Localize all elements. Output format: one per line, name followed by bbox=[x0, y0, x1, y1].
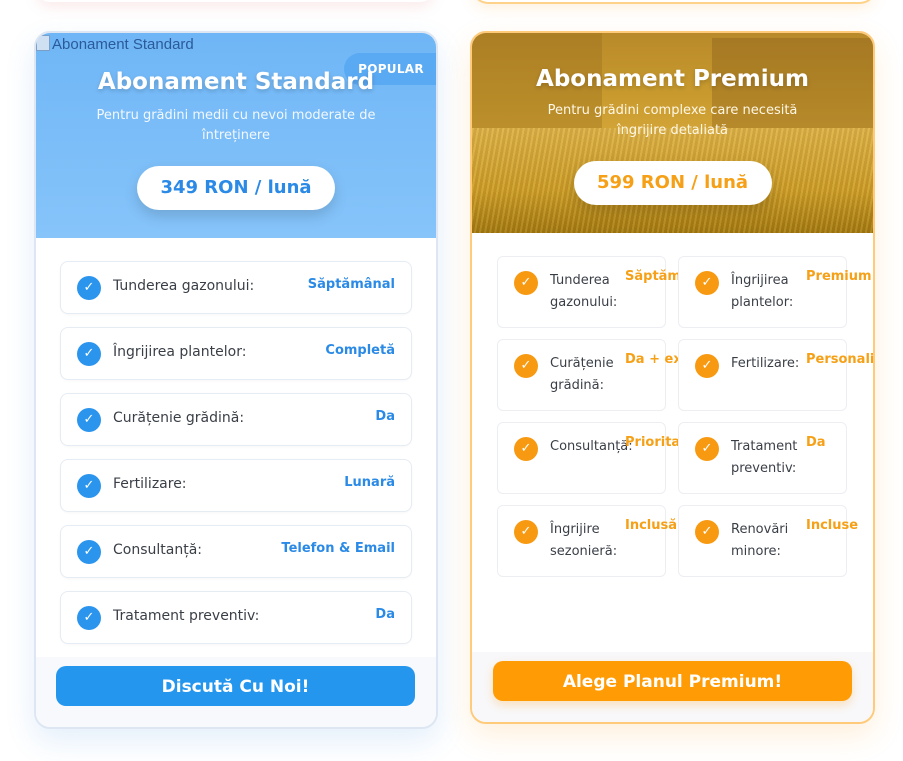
feature-value: Da bbox=[806, 435, 826, 450]
standard-plan-header: Abonament Standard POPULAR Abonament Sta… bbox=[36, 33, 436, 238]
feature-row: ✓ Consultanță: Telefon & Email bbox=[60, 525, 412, 578]
premium-plan-header: Abonament Premium Pentru grădini complex… bbox=[472, 33, 873, 233]
premium-plan-subtitle: Pentru grădini complexe care necesită în… bbox=[547, 103, 798, 138]
feature-value: Telefon & Email bbox=[281, 541, 395, 556]
choose-premium-button[interactable]: Alege Planul Premium! bbox=[493, 661, 852, 701]
check-circle-icon: ✓ bbox=[695, 437, 719, 461]
feature-cell: ✓ Tratament preventiv: Da bbox=[678, 422, 847, 494]
feature-row: ✓ Tratament preventiv: Da bbox=[60, 591, 412, 644]
feature-label: Îngrijirea plantelor: bbox=[731, 273, 794, 310]
check-circle-icon: ✓ bbox=[514, 437, 538, 461]
feature-label: Tunderea gazonului: bbox=[550, 273, 618, 310]
feature-value: Inclusă bbox=[625, 518, 678, 533]
feature-label: Consultanță: bbox=[550, 439, 633, 454]
feature-value: Completă bbox=[325, 343, 395, 358]
previous-card-edge-right bbox=[472, 0, 876, 4]
feature-row: ✓ Tunderea gazonului: Săptămânal bbox=[60, 261, 412, 314]
feature-label: Fertilizare: bbox=[731, 356, 800, 371]
feature-row: ✓ Fertilizare: Lunară bbox=[60, 459, 412, 512]
feature-value: Incluse bbox=[806, 518, 859, 533]
feature-value: Săptămânal bbox=[307, 277, 395, 292]
check-circle-icon: ✓ bbox=[77, 540, 101, 564]
feature-row: ✓ Îngrijirea plantelor: Completă bbox=[60, 327, 412, 380]
feature-label: Fertilizare: bbox=[113, 476, 187, 492]
feature-value: Da bbox=[375, 607, 395, 622]
feature-label: Îngrijirea plantelor: bbox=[113, 344, 247, 360]
check-circle-icon: ✓ bbox=[514, 354, 538, 378]
feature-label: Renovări minore: bbox=[731, 522, 789, 559]
feature-value: Personalizată bbox=[806, 352, 875, 367]
check-circle-icon: ✓ bbox=[695, 354, 719, 378]
check-circle-icon: ✓ bbox=[514, 271, 538, 295]
feature-label: Tratament preventiv: bbox=[113, 608, 260, 624]
check-circle-icon: ✓ bbox=[695, 520, 719, 544]
check-circle-icon: ✓ bbox=[77, 276, 101, 300]
premium-plan-card: Abonament Premium Pentru grădini complex… bbox=[470, 31, 875, 724]
standard-plan-title: Abonament Standard bbox=[97, 69, 375, 95]
feature-value: Da bbox=[375, 409, 395, 424]
standard-feature-list: ✓ Tunderea gazonului: Săptămânal ✓ Îngri… bbox=[60, 261, 412, 657]
check-circle-icon: ✓ bbox=[77, 408, 101, 432]
standard-plan-image-alt: Abonament Standard bbox=[52, 36, 194, 53]
feature-cell: ✓ Curățenie grădină: Da + extras bbox=[497, 339, 711, 411]
check-circle-icon: ✓ bbox=[77, 342, 101, 366]
premium-plan-title: Abonament Premium bbox=[536, 66, 809, 92]
check-circle-icon: ✓ bbox=[695, 271, 719, 295]
feature-value: Lunară bbox=[344, 475, 395, 490]
feature-label: Consultanță: bbox=[113, 542, 202, 558]
standard-plan-subtitle: Pentru grădini medii cu nevoi moderate d… bbox=[96, 108, 376, 143]
broken-image-icon bbox=[36, 35, 50, 51]
feature-label: Curățenie grădină: bbox=[113, 410, 245, 426]
premium-plan-price: 599 RON / lună bbox=[573, 161, 772, 205]
feature-label: Îngrijire sezonieră: bbox=[550, 522, 618, 559]
check-circle-icon: ✓ bbox=[77, 474, 101, 498]
standard-plan-card: Abonament Standard POPULAR Abonament Sta… bbox=[34, 31, 438, 729]
contact-us-button[interactable]: Discută Cu Noi! bbox=[56, 666, 415, 706]
previous-card-edge-left bbox=[36, 0, 434, 2]
feature-cell: ✓ Consultanță: Prioritară 24/7 bbox=[497, 422, 732, 494]
check-circle-icon: ✓ bbox=[77, 606, 101, 630]
feature-cell: ✓ Îngrijirea plantelor: Premium bbox=[678, 256, 872, 328]
feature-cell: ✓ Îngrijire sezonieră: Inclusă bbox=[497, 505, 677, 577]
feature-cell: ✓ Renovări minore: Incluse bbox=[678, 505, 858, 577]
feature-label: Curățenie grădină: bbox=[550, 356, 614, 393]
standard-plan-price: 349 RON / lună bbox=[137, 166, 335, 210]
feature-cell: ✓ Fertilizare: Personalizată bbox=[678, 339, 873, 411]
feature-label: Tratament preventiv: bbox=[731, 439, 798, 476]
check-circle-icon: ✓ bbox=[514, 520, 538, 544]
feature-value: Premium bbox=[806, 269, 872, 284]
feature-cell: ✓ Tunderea gazonului: Săptămânal bbox=[497, 256, 712, 328]
standard-plan-image: Abonament Standard bbox=[36, 35, 194, 53]
feature-label: Tunderea gazonului: bbox=[113, 278, 255, 294]
feature-row: ✓ Curățenie grădină: Da bbox=[60, 393, 412, 446]
